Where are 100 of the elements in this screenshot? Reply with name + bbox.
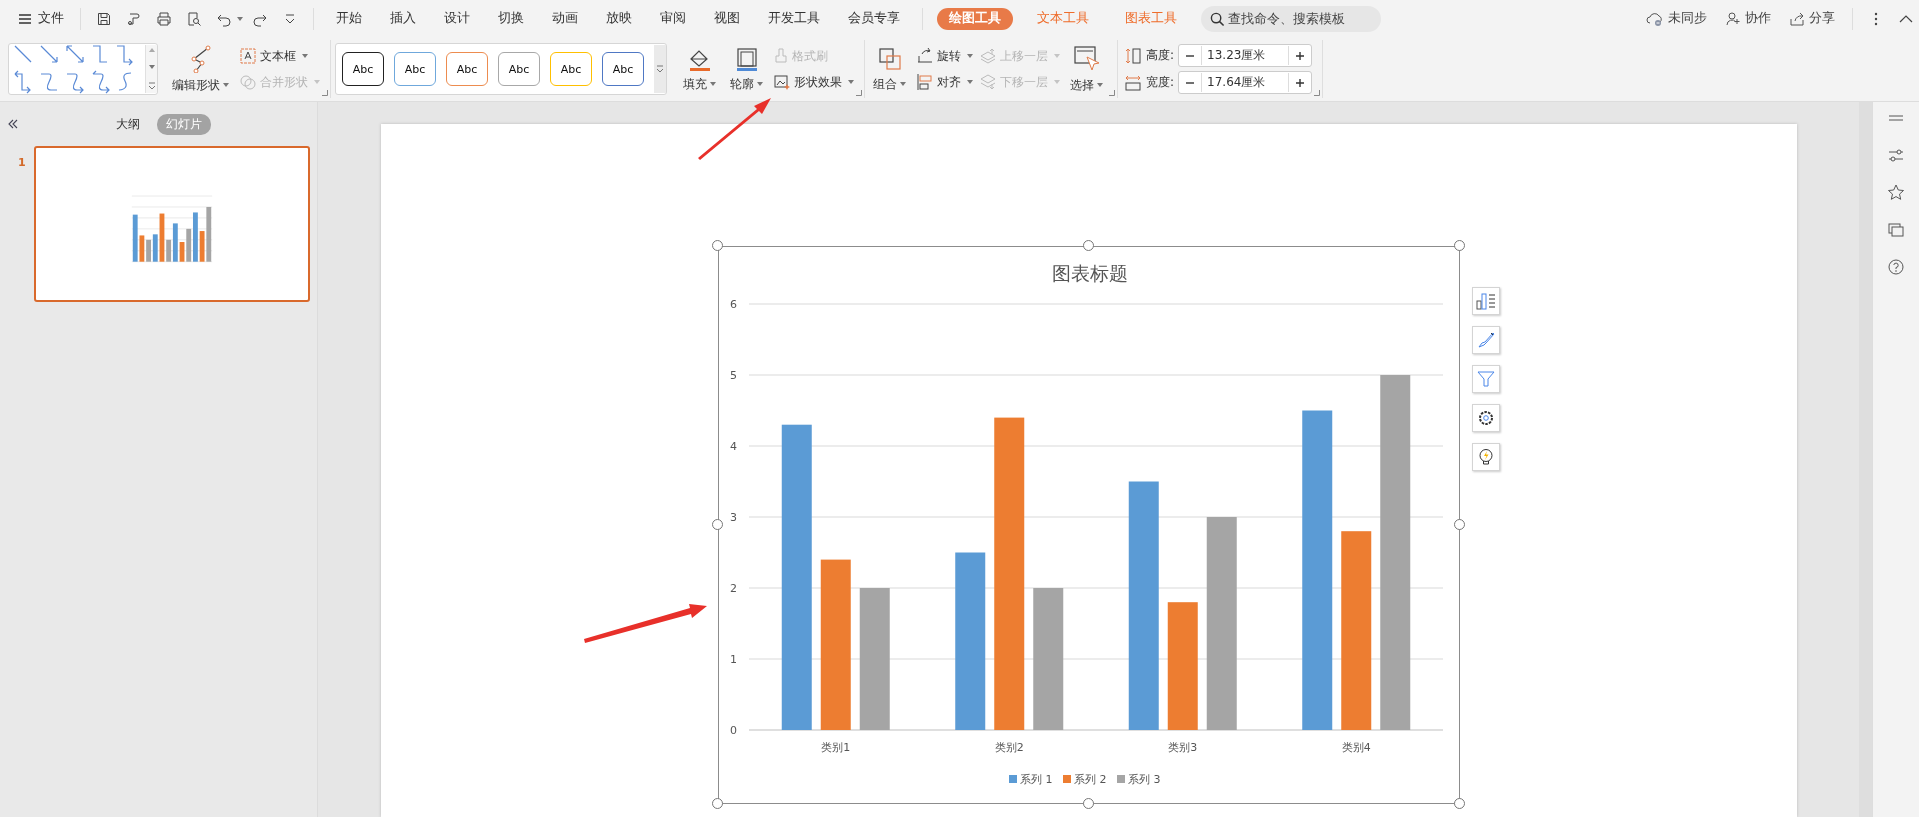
resize-handle[interactable] [712, 519, 723, 530]
category-label: 类别2 [994, 741, 1024, 754]
select-button[interactable]: 选择 [1066, 42, 1107, 96]
y-axis-label: 6 [730, 298, 737, 311]
lightbulb-button[interactable] [1472, 443, 1500, 471]
menu-tab[interactable]: 开发工具 [758, 5, 830, 32]
caret-icon [848, 80, 854, 84]
resize-handle[interactable] [1454, 519, 1465, 530]
shape-style-option[interactable]: Abc [602, 52, 644, 86]
slides-icon[interactable] [1887, 221, 1905, 239]
align-left-icon [916, 73, 934, 91]
height-spinbox[interactable]: 13.23厘米 [1178, 44, 1313, 67]
scroll-down-icon[interactable] [148, 65, 155, 69]
search-field[interactable]: 查找命令、搜索模板 [1201, 5, 1381, 32]
menu-tab[interactable]: 开始 [326, 5, 372, 32]
menu-tab[interactable]: 切换 [488, 5, 534, 32]
menu-tab[interactable]: 动画 [542, 5, 588, 32]
resize-handle[interactable] [1454, 798, 1465, 809]
caret-icon [302, 54, 308, 58]
dialog-launcher-icon[interactable] [1109, 90, 1115, 96]
sync-button[interactable]: 未同步 [1646, 10, 1707, 27]
edit-shape-button[interactable]: 编辑形状 [168, 42, 233, 96]
slide-thumbnail[interactable] [33, 146, 310, 302]
share-button[interactable]: 分享 [1789, 10, 1835, 27]
legend-label: 系列 1 [1020, 773, 1053, 786]
dialog-launcher-icon[interactable] [322, 90, 328, 96]
resize-handle[interactable] [1454, 240, 1465, 251]
caret-icon [967, 54, 973, 58]
caret-icon [967, 80, 973, 84]
print-icon[interactable] [156, 10, 172, 27]
brush-icon [773, 47, 789, 65]
menu-tab[interactable]: 审阅 [650, 5, 696, 32]
expand-icon[interactable] [147, 82, 156, 90]
chart-elements-button[interactable] [1472, 287, 1500, 315]
settings-button[interactable] [1472, 404, 1500, 432]
menu-tab[interactable]: 放映 [596, 5, 642, 32]
chart-area[interactable]: 图表标题 0 1 2 3 4 5 6 类别1 类别2 类别3 类别4 系列 1 系列 2 系列 3 [718, 246, 1460, 804]
menu-tab[interactable]: 视图 [704, 5, 750, 32]
y-axis-label: 1 [730, 653, 737, 666]
group-icon [876, 45, 903, 72]
save-icon[interactable] [96, 10, 112, 27]
group-button[interactable]: 组合 [869, 43, 910, 95]
shape-style-option[interactable]: Abc [342, 52, 384, 86]
person-add-icon [1725, 10, 1741, 27]
dialog-launcher-icon[interactable] [1314, 90, 1321, 96]
rotate-button[interactable]: 旋转 [916, 46, 973, 66]
star-icon[interactable] [1887, 184, 1905, 202]
category-label: 类别3 [1168, 741, 1198, 754]
align-button[interactable]: 对齐 [916, 72, 973, 92]
caret-icon [1097, 83, 1103, 87]
y-axis-label: 3 [730, 511, 737, 524]
help-icon[interactable] [1887, 258, 1905, 276]
filter-icon [1477, 370, 1495, 388]
menu-tab[interactable]: 会员专享 [838, 5, 910, 32]
caret-icon [757, 82, 763, 86]
expand-icon[interactable] [656, 65, 664, 73]
format-painter-icon[interactable] [126, 10, 142, 27]
caret-icon [710, 82, 716, 86]
caret-icon[interactable] [237, 16, 243, 21]
sliders-icon[interactable] [1887, 147, 1905, 165]
menu-tab[interactable]: 设计 [434, 5, 480, 32]
caret-icon [314, 80, 320, 84]
print-preview-icon[interactable] [186, 10, 202, 27]
resize-handle[interactable] [1083, 798, 1094, 809]
shape-effects-button[interactable]: 形状效果 [773, 72, 854, 92]
caret-icon [900, 82, 906, 86]
caret-icon [1054, 54, 1060, 58]
y-axis-label: 2 [730, 582, 737, 595]
share-icon [1789, 10, 1805, 27]
width-spinbox[interactable]: 17.64厘米 [1178, 71, 1313, 94]
layers-down-icon [979, 73, 997, 91]
resize-handle[interactable] [712, 798, 723, 809]
shape-style-option[interactable]: Abc [394, 52, 436, 86]
y-axis-label: 4 [730, 440, 737, 453]
scroll-up-icon[interactable] [148, 48, 155, 52]
width-label: 宽度: [1146, 74, 1175, 91]
shape-style-option[interactable]: Abc [498, 52, 540, 86]
file-label: 文件 [38, 10, 64, 27]
resize-handle[interactable] [1083, 240, 1094, 251]
shape-effects-icon [773, 73, 791, 91]
panel-tab[interactable]: 大纲 [106, 113, 149, 135]
file-menu-button[interactable]: 文件 [12, 10, 70, 27]
fill-button[interactable]: 填充 [679, 43, 720, 95]
menu-tab[interactable]: 插入 [380, 5, 426, 32]
y-axis-label: 0 [730, 724, 737, 737]
shape-gallery[interactable] [8, 43, 158, 95]
dialog-launcher-icon[interactable] [856, 90, 862, 96]
collapse-panel-icon[interactable] [7, 118, 19, 130]
collaborate-button[interactable]: 协作 [1725, 10, 1771, 27]
outline-button[interactable]: 轮廓 [726, 43, 767, 95]
select-cursor-icon [1072, 44, 1101, 73]
legend-label: 系列 3 [1128, 773, 1161, 786]
layers-up-icon [979, 47, 997, 65]
chart-style-button[interactable] [1472, 326, 1500, 354]
resize-handle[interactable] [712, 240, 723, 251]
shape-style-option[interactable]: Abc [446, 52, 488, 86]
shape-style-option[interactable]: Abc [550, 52, 592, 86]
legend-label: 系列 2 [1074, 773, 1107, 786]
text-box-button[interactable]: 文本框 [239, 46, 320, 66]
y-axis-label: 5 [730, 369, 737, 382]
